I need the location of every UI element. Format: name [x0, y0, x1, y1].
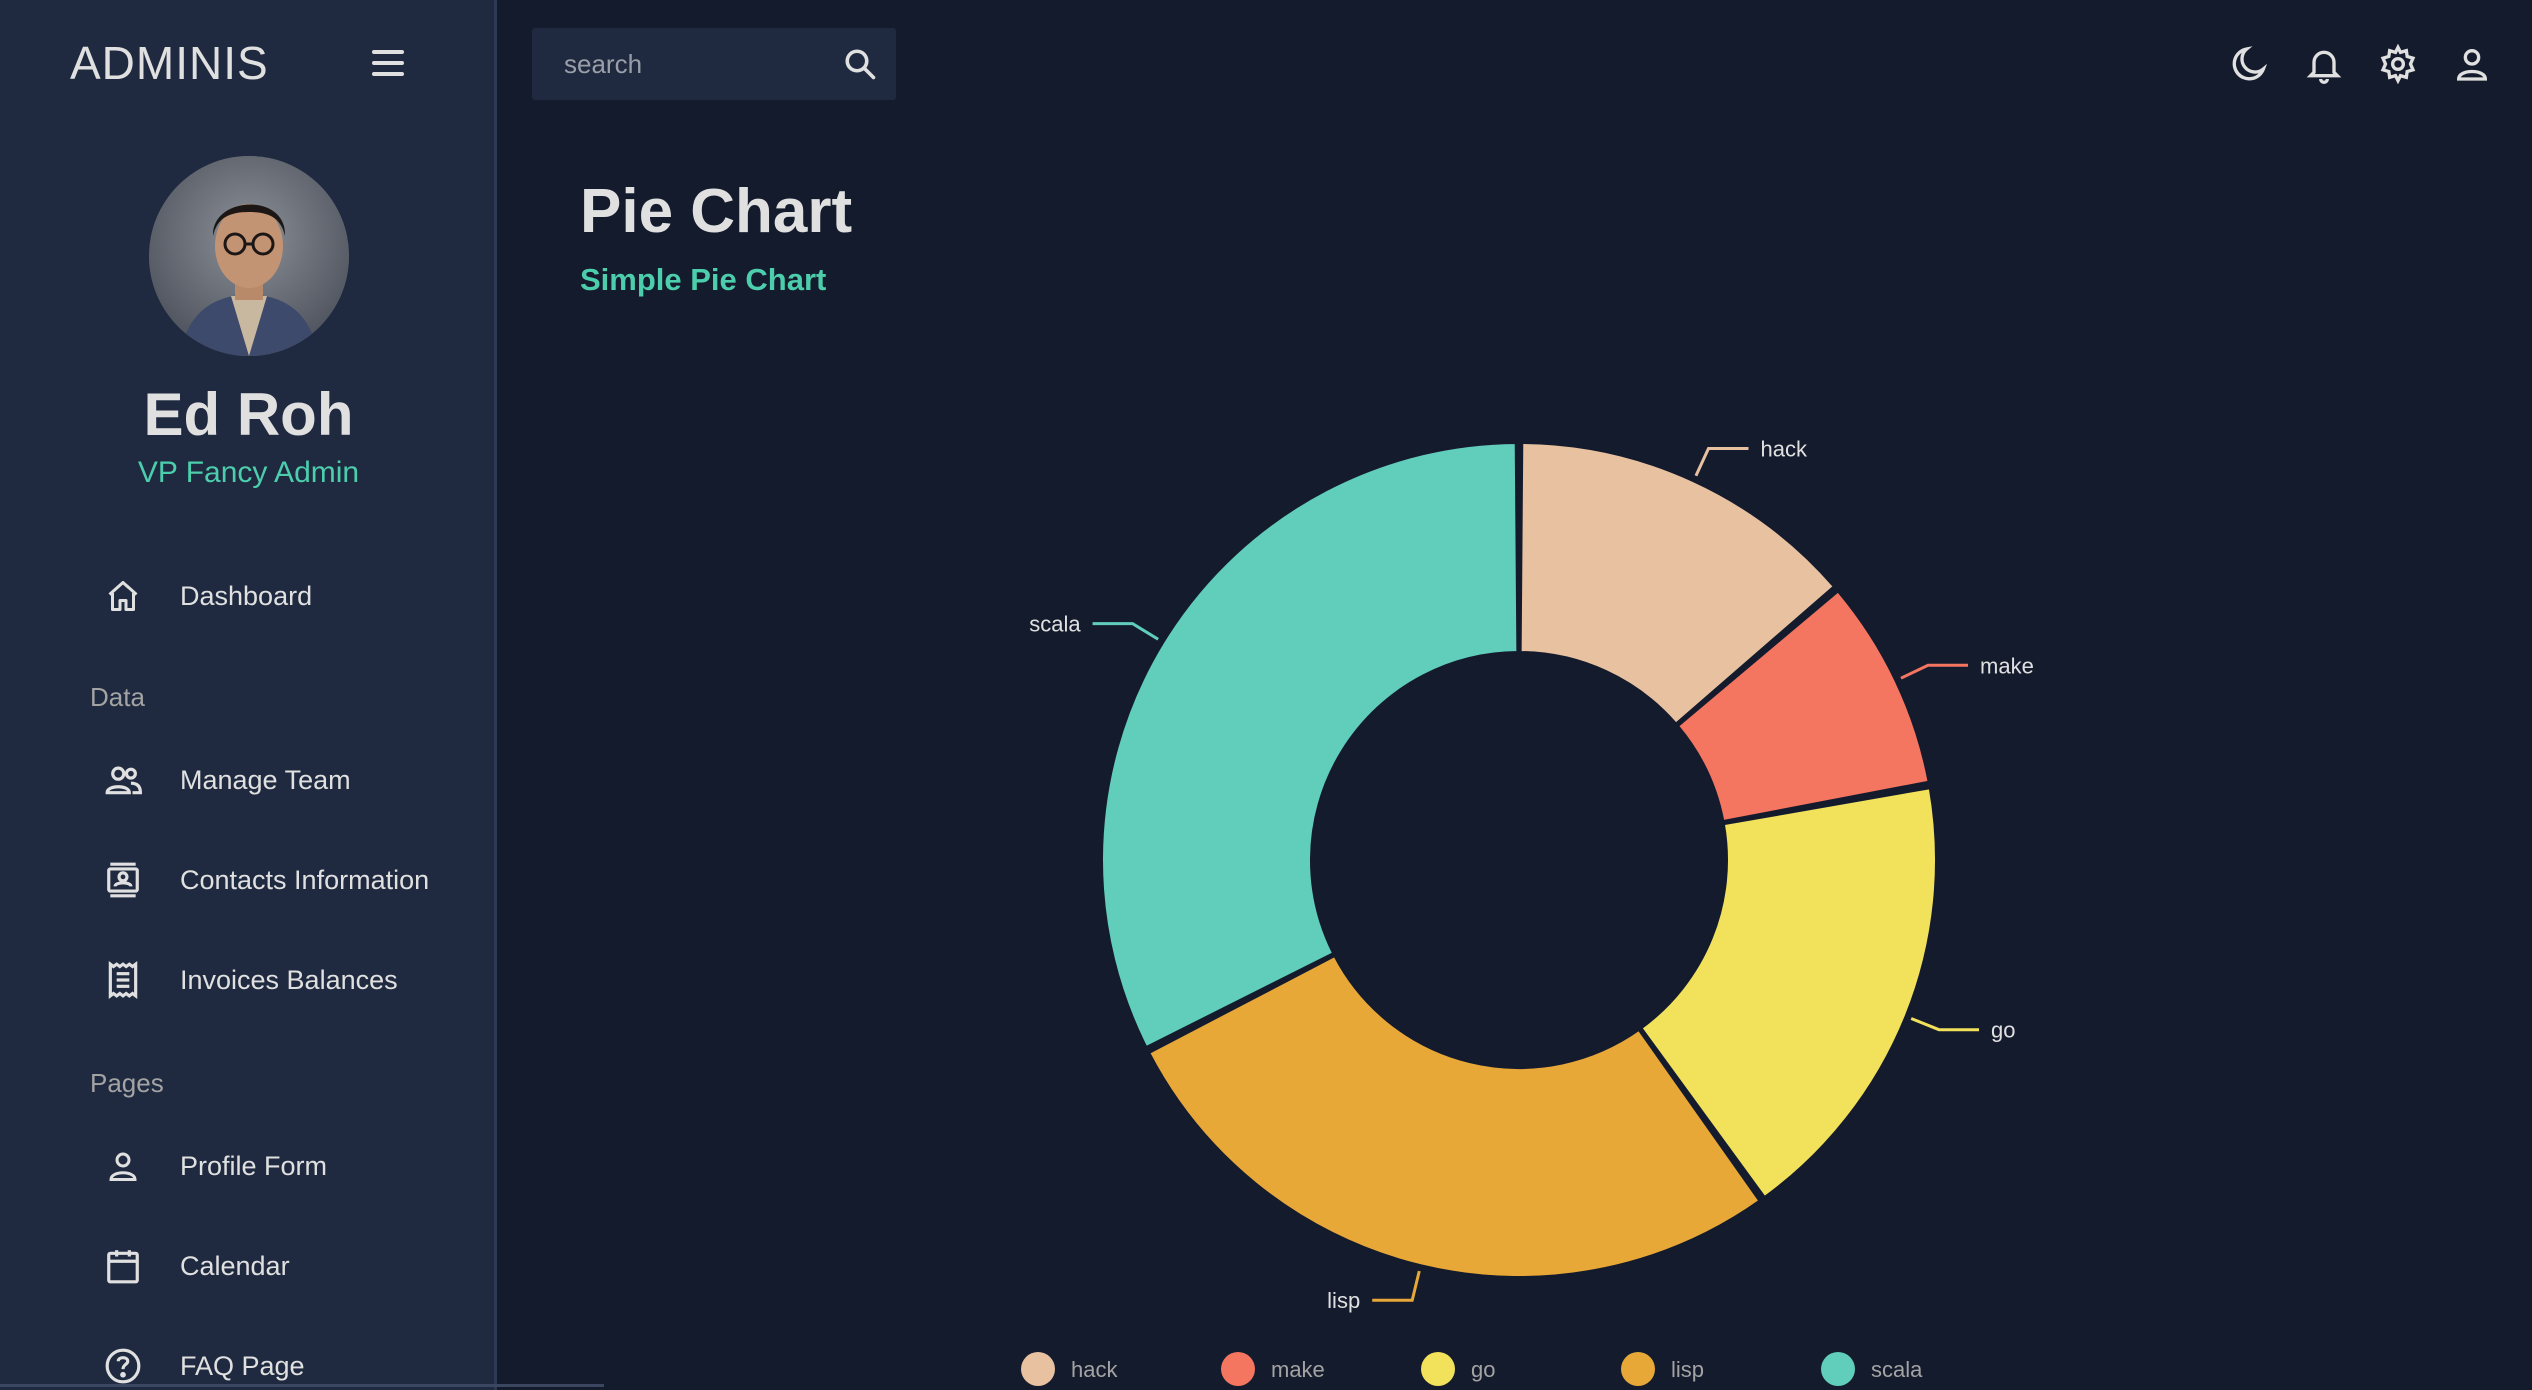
pie-label-line-lisp: [1372, 1270, 1421, 1302]
legend-swatch-lisp: [1621, 1352, 1655, 1386]
pie-label-hack: hack: [1760, 437, 1807, 462]
app-root: ADMINIS Ed Roh VP Fancy Admin Dashboard …: [0, 0, 2532, 1390]
legend-swatch-scala: [1821, 1352, 1855, 1386]
legend-label-go: go: [1471, 1357, 1495, 1382]
pie-label-line-scala: [1092, 622, 1159, 641]
legend-label-scala: scala: [1871, 1357, 1923, 1382]
pie-label-go: go: [1991, 1018, 2015, 1043]
legend-item-go[interactable]: go: [1421, 1352, 1495, 1386]
pie-label-line-make: [1900, 663, 1969, 680]
pie-label-scala: scala: [1029, 612, 1081, 637]
legend-swatch-go: [1421, 1352, 1455, 1386]
pie-slice-scala[interactable]: [1101, 442, 1519, 1048]
legend-label-lisp: lisp: [1671, 1357, 1704, 1382]
legend-item-lisp[interactable]: lisp: [1621, 1352, 1704, 1386]
legend-label-hack: hack: [1071, 1357, 1118, 1382]
legend-item-hack[interactable]: hack: [1021, 1352, 1118, 1386]
legend-item-make[interactable]: make: [1221, 1352, 1325, 1386]
legend-label-make: make: [1271, 1357, 1325, 1382]
legend-swatch-make: [1221, 1352, 1255, 1386]
legend-item-scala[interactable]: scala: [1821, 1352, 1923, 1386]
pie-label-line-hack: [1694, 447, 1749, 477]
legend-swatch-hack: [1021, 1352, 1055, 1386]
pie-label-line-go: [1910, 1017, 1980, 1032]
pie-chart: hack make go lisp scala hack make go lisp scala: [1021, 437, 2034, 1386]
pie-label-lisp: lisp: [1327, 1288, 1360, 1313]
pie-label-make: make: [1980, 653, 2034, 678]
